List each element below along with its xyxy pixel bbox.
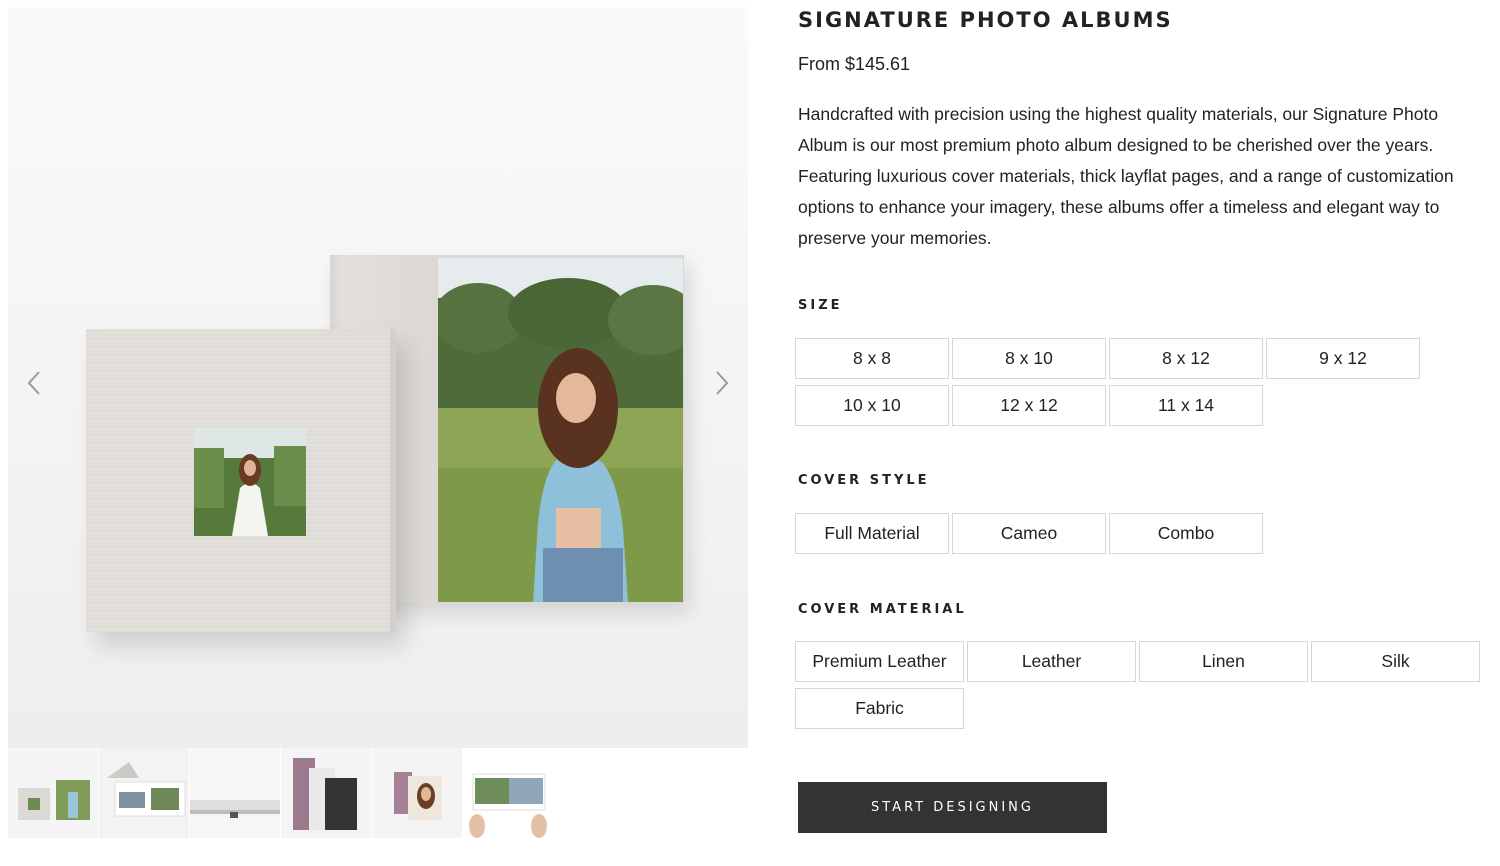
cover-style-combo[interactable]: Combo — [1109, 513, 1263, 554]
thumbnail-1[interactable] — [8, 748, 98, 838]
thumbnail-2[interactable] — [99, 748, 189, 838]
size-option-8x8[interactable]: 8 x 8 — [795, 338, 949, 379]
product-title: SIGNATURE PHOTO ALBUMS — [798, 8, 1173, 32]
cover-material-fabric[interactable]: Fabric — [795, 688, 964, 729]
cover-material-silk[interactable]: Silk — [1311, 641, 1480, 682]
start-designing-button[interactable]: START DESIGNING — [798, 782, 1107, 833]
size-label: SIZE — [798, 298, 843, 313]
front-album-photo — [194, 428, 306, 536]
thumbnail-5[interactable] — [372, 748, 462, 838]
cover-material-label: COVER MATERIAL — [798, 602, 967, 617]
thumbnail-strip — [8, 748, 748, 838]
size-option-11x14[interactable]: 11 x 14 — [1109, 385, 1263, 426]
cover-material-premium-leather[interactable]: Premium Leather — [795, 641, 964, 682]
product-price: From $145.61 — [798, 54, 911, 74]
cover-material-options: Premium Leather Leather Linen Silk Fabri… — [795, 641, 1480, 729]
thumbnail-3[interactable] — [190, 748, 280, 838]
thumbnail-6[interactable] — [463, 748, 553, 838]
size-option-10x10[interactable]: 10 x 10 — [795, 385, 949, 426]
size-option-8x12[interactable]: 8 x 12 — [1109, 338, 1263, 379]
thumbnail-4[interactable] — [281, 748, 371, 838]
size-options: 8 x 8 8 x 10 8 x 12 9 x 12 10 x 10 12 x … — [795, 338, 1420, 426]
size-option-8x10[interactable]: 8 x 10 — [952, 338, 1106, 379]
product-gallery — [8, 7, 748, 748]
chevron-left-icon — [27, 371, 40, 395]
cover-style-cameo[interactable]: Cameo — [952, 513, 1106, 554]
cover-style-full-material[interactable]: Full Material — [795, 513, 949, 554]
cover-material-leather[interactable]: Leather — [967, 641, 1136, 682]
cover-material-linen[interactable]: Linen — [1139, 641, 1308, 682]
gallery-prev-button[interactable] — [20, 367, 48, 399]
gallery-next-button[interactable] — [708, 367, 736, 399]
chevron-right-icon — [716, 371, 729, 395]
size-option-12x12[interactable]: 12 x 12 — [952, 385, 1106, 426]
size-option-9x12[interactable]: 9 x 12 — [1266, 338, 1420, 379]
back-album-photo — [438, 258, 683, 602]
cover-style-label: COVER STYLE — [798, 473, 930, 488]
product-description: Handcrafted with precision using the hig… — [798, 104, 1454, 248]
cover-style-options: Full Material Cameo Combo — [795, 513, 1263, 554]
